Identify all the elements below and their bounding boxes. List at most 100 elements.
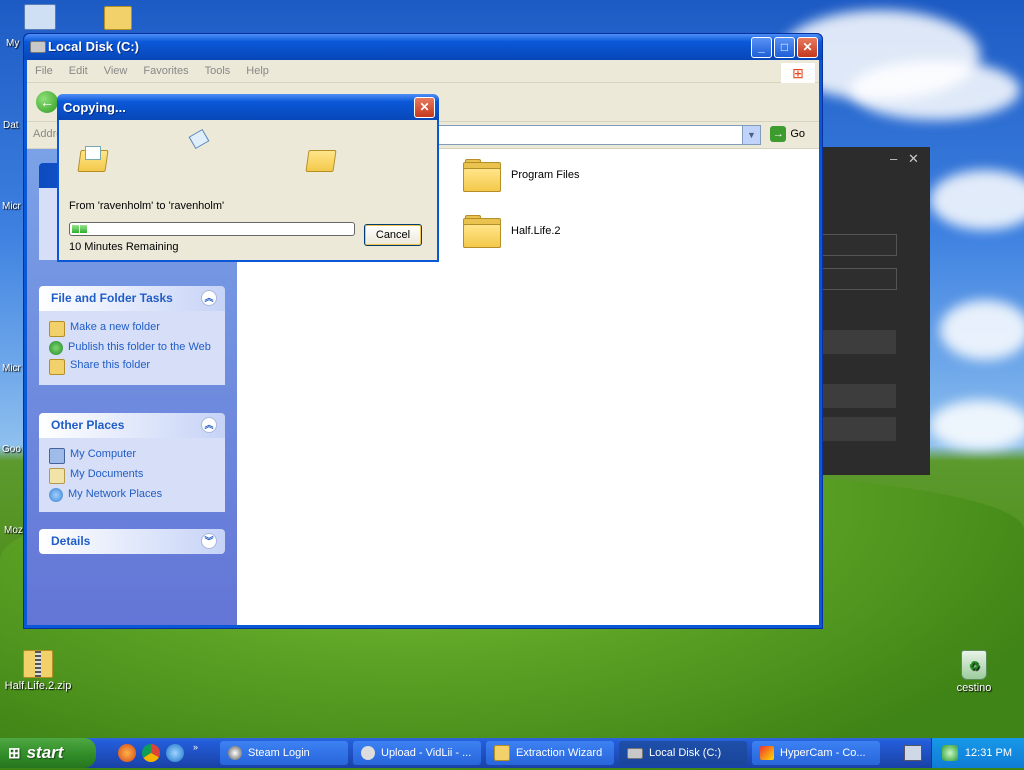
- create-account-button[interactable]: [820, 384, 896, 408]
- details-header[interactable]: Details ︾: [39, 529, 225, 554]
- menu-view[interactable]: View: [104, 65, 128, 77]
- login-button[interactable]: [820, 330, 896, 354]
- taskbar: ⊞ start » Steam Login Upload - VidLii - …: [0, 738, 1024, 768]
- menu-bar: File Edit View Favorites Tools Help ⊞: [27, 60, 819, 83]
- minimize-button[interactable]: _: [751, 37, 772, 58]
- source-folder-icon: [77, 146, 109, 172]
- desktop-icon-label: Half.Life.2.zip: [4, 680, 72, 692]
- other-places-header[interactable]: Other Places ︽: [39, 413, 225, 438]
- recycle-bin-desktop-icon[interactable]: ♻ cestino: [939, 650, 1009, 694]
- my-computer-link[interactable]: My Computer: [49, 448, 215, 464]
- close-icon[interactable]: ✕: [908, 151, 919, 167]
- desktop-label-partial[interactable]: Dat: [3, 120, 19, 131]
- copy-from-to-text: From 'ravenholm' to 'ravenholm': [69, 200, 225, 212]
- drive-icon: [627, 747, 643, 759]
- network-tray-icon[interactable]: [942, 745, 958, 761]
- cloud: [940, 300, 1024, 360]
- hypercam-icon: [760, 746, 774, 760]
- details-panel: Details ︾: [39, 529, 225, 554]
- start-button[interactable]: ⊞ start: [0, 738, 96, 768]
- desktop-icon-label: cestino: [956, 682, 992, 694]
- menu-file[interactable]: File: [35, 65, 53, 77]
- menu-favorites[interactable]: Favorites: [143, 65, 188, 77]
- new-folder-icon: [49, 321, 65, 337]
- retrieve-account-button[interactable]: [820, 417, 896, 441]
- folder-icon: [463, 215, 501, 248]
- start-label: start: [26, 743, 64, 762]
- cloud: [850, 60, 1020, 120]
- progress-segment: [72, 225, 79, 233]
- maximize-button[interactable]: □: [774, 37, 795, 58]
- make-new-folder-link[interactable]: Make a new folder: [49, 321, 215, 337]
- dialog-titlebar[interactable]: Copying... ✕: [57, 94, 439, 120]
- task-steam-login[interactable]: Steam Login: [220, 741, 348, 765]
- folder-name: Half.Life.2: [511, 225, 561, 237]
- cancel-button[interactable]: Cancel: [364, 224, 422, 246]
- share-folder-link[interactable]: Share this folder: [49, 359, 215, 375]
- chevron-down-icon[interactable]: ▼: [742, 125, 761, 145]
- task-upload-vidlii[interactable]: Upload - VidLii - ...: [353, 741, 481, 765]
- chevron-up-icon[interactable]: ︽: [201, 417, 217, 433]
- menu-help[interactable]: Help: [246, 65, 269, 77]
- desktop-label-partial[interactable]: Moz: [4, 525, 23, 536]
- documents-icon: [49, 468, 65, 484]
- folder-name: Program Files: [511, 169, 580, 181]
- close-button[interactable]: ✕: [414, 97, 435, 118]
- steam-icon: [228, 746, 242, 760]
- my-network-places-link[interactable]: My Network Places: [49, 488, 215, 502]
- computer-icon: [49, 448, 65, 464]
- folder-item[interactable]: Half.Life.2: [463, 215, 561, 248]
- chrome-icon[interactable]: [142, 744, 160, 762]
- system-tray: 12:31 PM: [931, 738, 1024, 768]
- publish-web-link[interactable]: Publish this folder to the Web: [49, 341, 215, 355]
- zip-file-desktop-icon[interactable]: Half.Life.2.zip: [3, 650, 73, 692]
- my-computer-desktop-icon[interactable]: [24, 4, 56, 30]
- back-arrow-icon[interactable]: ←: [36, 91, 58, 113]
- other-places-panel: Other Places ︽ My Computer My Documents …: [39, 413, 225, 512]
- folder-desktop-icon[interactable]: [104, 6, 132, 30]
- browser-tab-icon: [361, 746, 375, 760]
- share-folder-icon: [49, 359, 65, 375]
- my-documents-link[interactable]: My Documents: [49, 468, 215, 484]
- go-button[interactable]: → Go: [770, 126, 805, 142]
- task-local-disk[interactable]: Local Disk (C:): [619, 741, 747, 765]
- chevron-up-icon[interactable]: ︽: [201, 290, 217, 306]
- password-field[interactable]: [820, 268, 897, 290]
- destination-folder-icon: [305, 150, 337, 172]
- cloud: [930, 170, 1024, 230]
- cloud: [930, 400, 1024, 450]
- quicklaunch-chevron-icon[interactable]: »: [193, 742, 198, 752]
- dialog-title: Copying...: [63, 100, 126, 115]
- clock[interactable]: 12:31 PM: [965, 747, 1012, 759]
- chevron-down-icon[interactable]: ︾: [201, 533, 217, 549]
- task-hypercam[interactable]: HyperCam - Co...: [752, 741, 880, 765]
- account-name-field[interactable]: [820, 234, 897, 256]
- desktop-label-partial[interactable]: Micr: [2, 363, 21, 374]
- desktop-label-partial[interactable]: Goo: [2, 444, 21, 455]
- desktop-label-partial[interactable]: Micr: [2, 201, 21, 212]
- copying-dialog[interactable]: Copying... ✕ From 'ravenholm' to 'ravenh…: [57, 94, 439, 262]
- file-folder-tasks-header[interactable]: File and Folder Tasks ︽: [39, 286, 225, 311]
- close-button[interactable]: ✕: [797, 37, 818, 58]
- flying-document-icon: [188, 128, 210, 150]
- menu-tools[interactable]: Tools: [205, 65, 231, 77]
- windows-logo-icon: ⊞: [8, 745, 21, 762]
- task-extraction-wizard[interactable]: Extraction Wizard: [486, 741, 614, 765]
- globe-icon: [49, 341, 63, 355]
- firefox-icon[interactable]: [118, 744, 136, 762]
- keyboard-icon[interactable]: [904, 745, 922, 761]
- desktop-label-partial[interactable]: My: [6, 38, 19, 49]
- explorer-titlebar[interactable]: Local Disk (C:) _ □ ✕: [24, 34, 822, 60]
- window-title: Local Disk (C:): [48, 39, 140, 54]
- zip-folder-icon: [494, 745, 510, 761]
- recycle-bin-icon: ♻: [961, 650, 987, 680]
- minimize-icon[interactable]: –: [890, 151, 897, 166]
- steam-login-window[interactable]: – ✕: [820, 147, 930, 475]
- go-label: Go: [790, 128, 805, 140]
- internet-explorer-icon[interactable]: [166, 744, 184, 762]
- file-folder-tasks-panel: File and Folder Tasks ︽ Make a new folde…: [39, 286, 225, 385]
- folder-item[interactable]: Program Files: [463, 159, 580, 192]
- go-arrow-icon: →: [770, 126, 787, 142]
- menu-edit[interactable]: Edit: [69, 65, 88, 77]
- zip-folder-icon: [23, 650, 53, 678]
